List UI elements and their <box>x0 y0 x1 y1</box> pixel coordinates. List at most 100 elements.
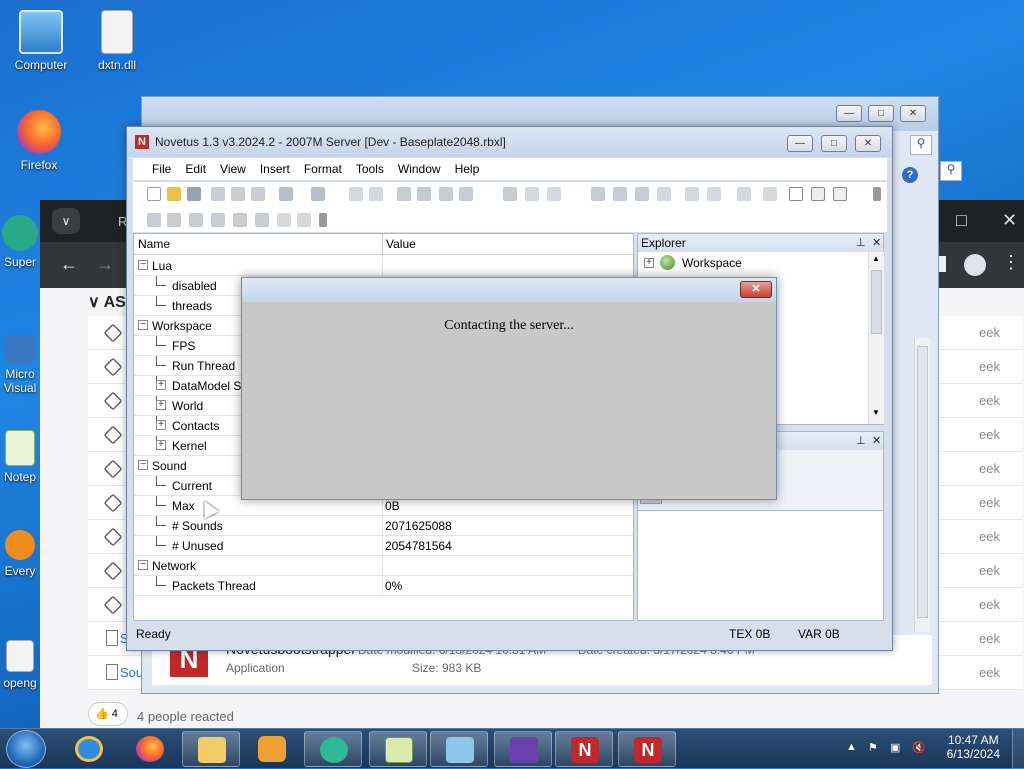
profile-avatar-icon[interactable] <box>964 254 986 276</box>
drag-icon[interactable] <box>613 187 627 201</box>
stats-row[interactable]: # Unused 2054781564 <box>134 536 633 556</box>
reactions-pill[interactable]: 👍 4 <box>88 702 128 726</box>
tab-search-button[interactable]: ∨ <box>52 208 80 234</box>
save-icon[interactable] <box>187 187 201 201</box>
desktop-icon-firefox[interactable]: Firefox <box>0 110 78 172</box>
open-folder-icon[interactable] <box>167 187 181 201</box>
tilt-up-icon[interactable] <box>233 213 247 227</box>
cut-icon[interactable] <box>211 187 225 201</box>
desktop-icon-computer[interactable]: Computer <box>2 10 80 72</box>
rotate-left-icon[interactable] <box>397 187 411 201</box>
stats-row[interactable]: Packets Thread 0% <box>134 576 633 596</box>
group-icon[interactable] <box>349 187 363 201</box>
column-header-value[interactable]: Value <box>386 237 416 251</box>
maximize-button[interactable]: □ <box>821 135 847 152</box>
close-icon[interactable]: ✕ <box>1002 210 1017 231</box>
scroll-up-icon[interactable]: ▲ <box>872 254 880 263</box>
taskbar-internet-explorer[interactable] <box>60 731 118 767</box>
minimize-button[interactable]: — <box>787 135 813 152</box>
minimize-button[interactable]: — <box>836 105 862 122</box>
back-icon[interactable]: ← <box>60 254 78 275</box>
paste-icon[interactable] <box>251 187 265 201</box>
taskbar-novetus-2[interactable]: N <box>618 731 676 767</box>
undo-icon[interactable] <box>279 187 293 201</box>
redo-icon[interactable] <box>311 187 325 201</box>
scroll-down-icon[interactable]: ▼ <box>872 408 880 417</box>
toolbar-overflow-icon[interactable] <box>873 187 881 201</box>
fill-icon[interactable] <box>737 187 751 201</box>
column-header-name[interactable]: Name <box>138 237 170 251</box>
expand-icon[interactable]: + <box>644 258 654 268</box>
lock-icon[interactable] <box>685 187 699 201</box>
menu-kebab-icon[interactable]: ⋮ <box>1002 252 1020 273</box>
pin-icon[interactable]: ⊥ <box>856 434 866 447</box>
menu-insert[interactable]: Insert <box>253 158 297 180</box>
arrow-left-icon[interactable] <box>147 213 161 227</box>
box-select-icon[interactable] <box>789 187 803 201</box>
network-icon[interactable]: ▣ <box>890 741 904 755</box>
close-icon[interactable]: ✕ <box>872 236 881 249</box>
rotate-right-icon[interactable] <box>417 187 431 201</box>
resize-icon[interactable] <box>657 187 671 201</box>
screenshot-icon[interactable] <box>811 187 825 201</box>
select-icon[interactable] <box>591 187 605 201</box>
search-icon[interactable]: ⚲ <box>910 135 932 155</box>
stats-group-row[interactable]: − Network <box>134 556 633 576</box>
menu-format[interactable]: Format <box>297 158 349 180</box>
zoom-in-icon[interactable] <box>277 213 291 227</box>
explorer-scrollbar[interactable]: ▲ ▼ <box>868 252 884 424</box>
explorer-item-workspace[interactable]: Workspace <box>682 256 742 270</box>
menu-file[interactable]: File <box>145 158 178 180</box>
collapse-icon[interactable]: − <box>138 260 148 270</box>
taskbar-app-blue[interactable] <box>430 731 488 767</box>
help-icon[interactable]: ? <box>902 167 918 183</box>
action-center-flag-icon[interactable]: ⚑ <box>868 741 882 755</box>
search-icon[interactable]: ⚲ <box>940 161 962 181</box>
crop-icon[interactable] <box>833 187 847 201</box>
taskbar-teal-app[interactable] <box>304 731 362 767</box>
start-button[interactable] <box>6 730 46 768</box>
play-icon[interactable] <box>503 187 517 201</box>
close-icon[interactable]: ✕ <box>872 434 881 447</box>
taskbar-file-explorer[interactable] <box>182 731 240 767</box>
dialog-close-button[interactable]: ✕ <box>740 281 772 298</box>
show-hidden-icons-icon[interactable]: ▲ <box>846 741 860 755</box>
volume-muted-icon[interactable]: 🔇 <box>912 741 926 755</box>
ungroup-icon[interactable] <box>369 187 383 201</box>
stats-row[interactable]: # Sounds 2071625088 <box>134 516 633 536</box>
taskbar-notepad-plus[interactable] <box>369 731 427 767</box>
arrow-right-icon[interactable] <box>167 213 181 227</box>
taskbar-visual-studio[interactable] <box>494 731 552 767</box>
expand-icon[interactable]: + <box>156 440 166 450</box>
move-up-icon[interactable] <box>439 187 453 201</box>
maximize-icon[interactable]: □ <box>956 210 967 231</box>
collapse-icon[interactable]: − <box>138 460 148 470</box>
desktop-icon-dxtn-dll[interactable]: dxtn.dll <box>78 10 156 72</box>
copy-icon[interactable] <box>231 187 245 201</box>
expand-icon[interactable]: + <box>156 420 166 430</box>
expand-icon[interactable]: + <box>156 400 166 410</box>
menu-tools[interactable]: Tools <box>349 158 391 180</box>
paint-icon[interactable] <box>763 187 777 201</box>
background-scrollbar[interactable] <box>914 338 930 632</box>
arrow-up-icon[interactable] <box>189 213 203 227</box>
source-label[interactable]: Sou <box>120 665 143 680</box>
tilt-down-icon[interactable] <box>255 213 269 227</box>
toolbar-overflow-icon[interactable] <box>319 213 327 227</box>
move-icon[interactable] <box>635 187 649 201</box>
anchor-icon[interactable] <box>707 187 721 201</box>
scroll-thumb[interactable] <box>871 270 882 334</box>
menu-view[interactable]: View <box>213 158 253 180</box>
new-file-icon[interactable] <box>147 187 161 201</box>
taskbar-novetus-1[interactable]: N <box>555 731 613 767</box>
collapse-icon[interactable]: − <box>138 560 148 570</box>
taskbar-firefox[interactable] <box>121 731 179 767</box>
reset-icon[interactable] <box>547 187 561 201</box>
scroll-thumb[interactable] <box>917 346 928 618</box>
menu-help[interactable]: Help <box>448 158 487 180</box>
forward-icon[interactable]: → <box>96 254 114 275</box>
menu-window[interactable]: Window <box>391 158 448 180</box>
collapse-icon[interactable]: − <box>138 320 148 330</box>
clock[interactable]: 10:47 AM 6/13/2024 <box>947 733 1000 761</box>
move-down-icon[interactable] <box>459 187 473 201</box>
